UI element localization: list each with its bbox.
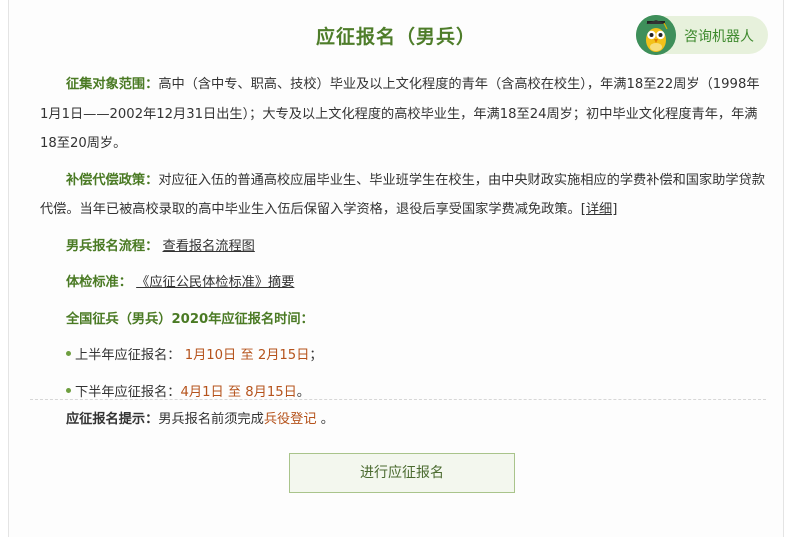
- registration-tip: 应征报名提示：男兵报名前须完成兵役登记 。: [66, 407, 334, 433]
- process-label: 男兵报名流程：: [66, 238, 159, 254]
- standard-link-suffix: 摘要: [268, 275, 295, 290]
- second-half-label: 下半年应征报名：: [75, 384, 181, 400]
- compensation-label: 补偿代偿政策：: [66, 172, 159, 188]
- consult-robot-button[interactable]: 咨询机器人: [636, 15, 768, 55]
- schedule-label: 全国征兵（男兵）2020年应征报名时间：: [66, 311, 314, 327]
- owl-robot-icon: [636, 15, 676, 55]
- consult-robot-label: 咨询机器人: [684, 29, 754, 45]
- first-half-label: 上半年应征报名：: [75, 348, 181, 363]
- first-half-end: 2月15日: [257, 348, 310, 363]
- first-half-tail: ；: [309, 348, 323, 363]
- process-chart-link[interactable]: 查看报名流程图: [163, 239, 255, 254]
- apply-button[interactable]: 进行应征报名: [289, 453, 515, 493]
- process-row: 男兵报名流程： 查看报名流程图: [40, 232, 766, 262]
- compensation-paragraph: 补偿代偿政策：对应征入伍的普通高校应届毕业生、毕业班学生在校生，由中央财政实施相…: [40, 166, 766, 225]
- schedule-first-half: 上半年应征报名： 1月10日 至 2月15日；: [40, 341, 766, 371]
- schedule-heading: 全国征兵（男兵）2020年应征报名时间：: [40, 305, 766, 335]
- info-content: 征集对象范围：高中（含中专、职高、技校）毕业及以上文化程度的青年（含高校在校生）…: [40, 70, 766, 414]
- standard-link[interactable]: 《应征公民体检标准》摘要: [136, 275, 294, 290]
- compensation-detail-link[interactable]: [详细]: [581, 202, 618, 217]
- tip-text: 男兵报名前须完成: [158, 412, 264, 427]
- second-half-start: 4月1日: [180, 384, 224, 400]
- first-half-start: 1月10日: [184, 348, 237, 363]
- first-half-sep: 至: [240, 348, 254, 363]
- bullet-dot-icon: [66, 387, 71, 393]
- military-registration-link[interactable]: 兵役登记: [264, 412, 317, 427]
- standard-row: 体检标准： 《应征公民体检标准》摘要: [40, 268, 766, 298]
- second-half-tail: 。: [296, 384, 310, 400]
- standard-link-title: 《应征公民体检标准》: [136, 275, 269, 290]
- schedule-second-half: 下半年应征报名：4月1日 至 8月15日。: [40, 378, 766, 408]
- bullet-dot-icon: [66, 351, 71, 356]
- tip-tail: 。: [320, 412, 334, 427]
- target-label: 征集对象范围：: [66, 77, 159, 92]
- second-half-sep: 至: [227, 384, 242, 400]
- section-divider: [30, 399, 766, 400]
- target-paragraph: 征集对象范围：高中（含中专、职高、技校）毕业及以上文化程度的青年（含高校在校生）…: [40, 70, 766, 159]
- second-half-end: 8月15日: [245, 384, 297, 400]
- tip-label: 应征报名提示：: [66, 412, 159, 427]
- standard-label: 体检标准：: [66, 275, 132, 290]
